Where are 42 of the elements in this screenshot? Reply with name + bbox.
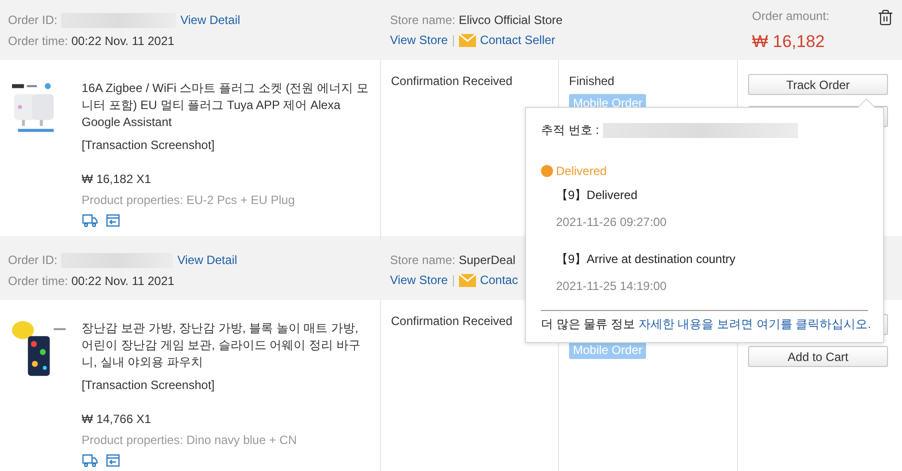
order-status: Finished: [569, 74, 616, 88]
view-detail-link[interactable]: View Detail: [177, 253, 238, 267]
order-amount: ₩ 16,182: [752, 32, 826, 52]
action-button[interactable]: Add to Cart: [748, 346, 888, 367]
view-detail-link[interactable]: View Detail: [180, 13, 240, 27]
transaction-screenshot-link[interactable]: [Transaction Screenshot]: [82, 378, 370, 392]
order-amount-label: Order amount:: [752, 8, 830, 22]
return-icon[interactable]: [106, 214, 120, 227]
product-price: ₩ 14,766 X1: [82, 412, 152, 426]
confirmation-status: Confirmation Received: [391, 74, 512, 88]
separator: |: [452, 33, 455, 47]
order-id-label: Order ID:: [8, 253, 58, 267]
event-time: 2021-11-26 09:27:00: [556, 215, 668, 229]
tracking-event: 【9】Arrive at destination country: [556, 251, 736, 268]
transaction-screenshot-link[interactable]: [Transaction Screenshot]: [82, 138, 370, 152]
tracking-number-label: 추적 번호 :: [541, 122, 600, 139]
view-store-link[interactable]: View Store: [390, 33, 448, 47]
order-time: Order time: 00:22 Nov. 11 2021: [8, 274, 174, 288]
truck-icon[interactable]: [82, 214, 98, 227]
store-name: Store name: Elivco Official Store: [390, 13, 563, 27]
contact-seller-link[interactable]: Contac: [480, 273, 518, 287]
more-info-text: 더 많은 물류 정보 자세한 내용을 보려면 여기를 클릭하십시오.: [541, 310, 868, 333]
order-time: Order time: 00:22 Nov. 11 2021: [8, 34, 174, 48]
event-time: 2021-11-25 14:19:00: [556, 279, 668, 293]
view-store-link[interactable]: View Store: [390, 273, 448, 287]
action-button[interactable]: Track Order: [748, 74, 888, 95]
product-title[interactable]: 16A Zigbee / WiFi 스마트 플러그 소켓 (전원 에너지 모니터 포함) EU 멀티 플러그 Tuya APP 제어 Alexa Google Assistant: [82, 80, 370, 131]
product-title[interactable]: 장난감 보관 가방, 장난감 가방, 블록 놀이 매트 가방, 어린이 장난감 게임 보관, 슬라이드 어웨이 정리 바구니, 실내 야외용 파우치: [82, 320, 370, 371]
truck-icon[interactable]: [82, 454, 98, 467]
delete-icon[interactable]: [877, 8, 894, 26]
return-icon[interactable]: [106, 454, 120, 467]
contact-seller-link[interactable]: Contact Seller: [480, 33, 556, 47]
current-status: Delivered: [556, 164, 607, 178]
separator: |: [452, 273, 455, 287]
status-dot-icon: [541, 165, 553, 177]
tracking-event: 【9】Delivered: [556, 187, 638, 204]
order-id-label: Order ID:: [8, 13, 58, 27]
product-properties: Product properties: Dino navy blue + CN: [82, 433, 298, 447]
confirmation-status: Confirmation Received: [391, 314, 512, 328]
product-price: ₩ 16,182 X1: [82, 172, 152, 186]
product-properties: Product properties: EU-2 Pcs + EU Plug: [82, 193, 296, 207]
store-name: Store name: SuperDeal: [390, 253, 516, 267]
